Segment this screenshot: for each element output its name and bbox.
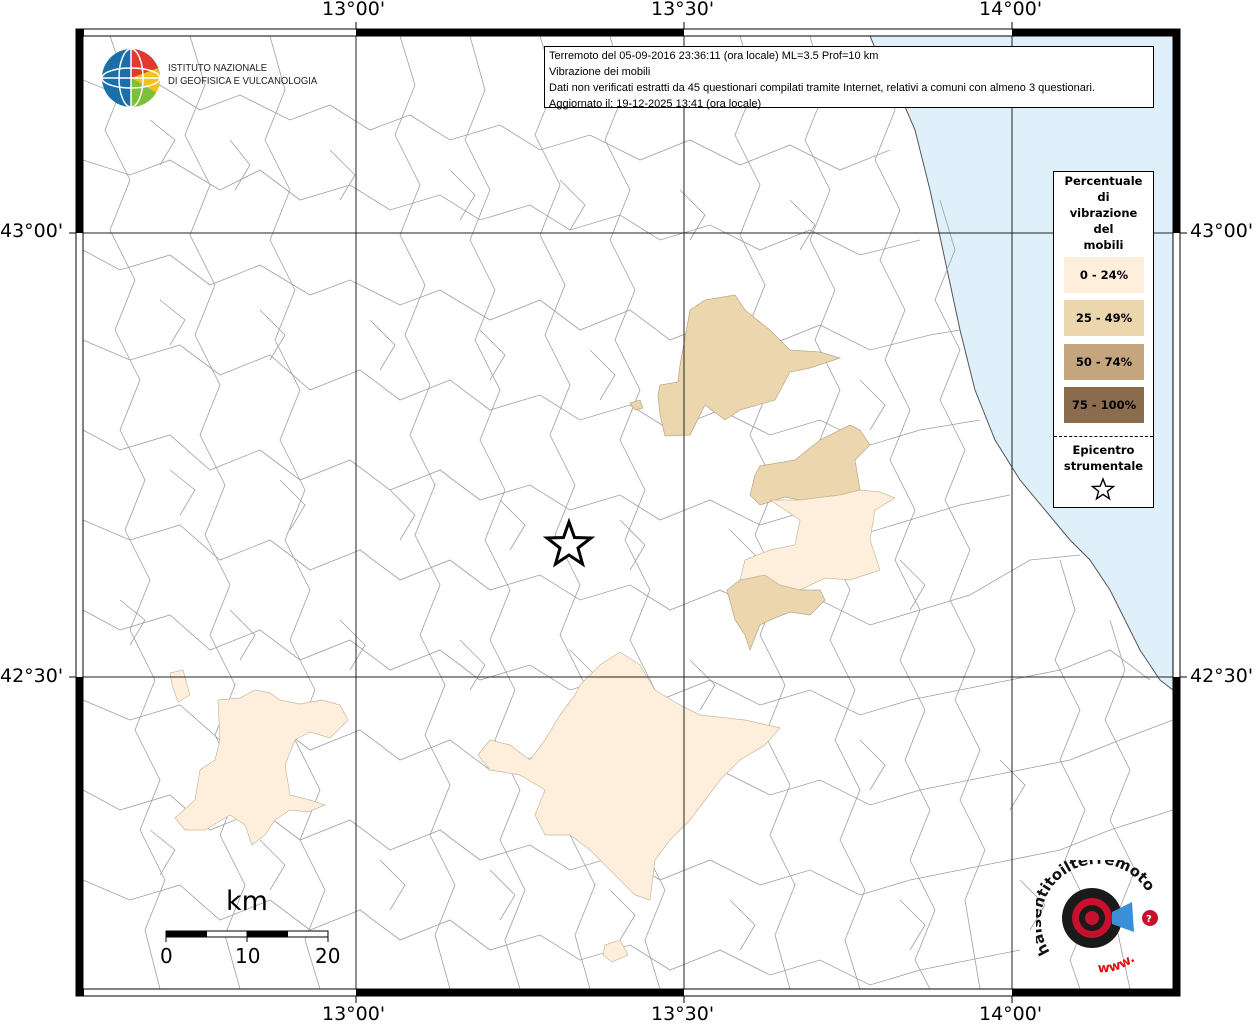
legend-title-line-1: Percentuale (1064, 174, 1143, 188)
legend: Percentuale di vibrazione del mobili 0 -… (1053, 171, 1154, 508)
map-subject: Vibrazione dei mobili (549, 66, 651, 78)
scale-unit-label: km (226, 886, 268, 917)
legend-item-50-74: 50 - 74% (1064, 344, 1144, 380)
left-tick-42-30: 42°30' (0, 665, 64, 687)
scale-tick-10: 10 (235, 944, 261, 968)
scale-tick-20: 20 (315, 944, 341, 968)
scale-tick-0: 0 (160, 944, 173, 968)
legend-item-0-24: 0 - 24% (1064, 257, 1144, 293)
legend-title: Percentuale di vibrazione del mobili (1054, 173, 1153, 253)
legend-epicenter-line-1: Epicentro (1072, 443, 1135, 457)
svg-text:www.: www. (1098, 951, 1138, 976)
bottom-tick-14-00: 14°00' (979, 1003, 1043, 1025)
logo-line-2: DI GEOFISICA E VULCANOLOGIA (168, 75, 318, 87)
top-tick-14-00: 14°00' (979, 0, 1043, 20)
ingv-logo-icon (101, 48, 161, 108)
legend-separator (1054, 436, 1153, 437)
legend-epicenter-label: Epicentro strumentale (1054, 442, 1153, 474)
svg-text:?: ? (1146, 914, 1152, 925)
top-tick-13-30: 13°30' (651, 0, 715, 20)
event-info-box: Terremoto del 05-09-2016 23:36:11 (ora l… (544, 46, 1154, 110)
badge-url: www. (1098, 951, 1138, 976)
right-tick-42-30: 42°30' (1190, 665, 1254, 687)
logo-line-1: ISTITUTO NAZIONALE (168, 62, 268, 74)
legend-star-icon (1091, 477, 1115, 501)
legend-title-line-3: vibrazione (1069, 206, 1138, 220)
legend-title-line-2: di (1097, 190, 1110, 204)
ingv-logo-text: ISTITUTO NAZIONALE DI GEOFISICA E VULCAN… (168, 62, 317, 88)
updated-at: Aggiornato il: 19-12-2025 13:41 (ora loc… (549, 98, 762, 110)
legend-epicenter-line-2: strumentale (1063, 459, 1144, 473)
event-title: Terremoto del 05-09-2016 23:36:11 (ora l… (549, 50, 879, 62)
legend-item-25-49: 25 - 49% (1064, 300, 1144, 336)
top-tick-13-00: 13°00' (322, 0, 386, 20)
legend-title-line-4: del (1093, 222, 1114, 236)
right-tick-43-00: 43°00' (1190, 220, 1254, 242)
bottom-tick-13-30: 13°30' (651, 1003, 715, 1025)
left-tick-43-00: 43°00' (0, 220, 64, 242)
bottom-tick-13-00: 13°00' (322, 1003, 386, 1025)
legend-item-75-100: 75 - 100% (1064, 387, 1144, 423)
haisentito-badge-icon[interactable]: haisentitoilterremoto.it www. ? (1036, 860, 1168, 978)
data-note: Dati non verificati estratti da 45 quest… (549, 82, 1095, 94)
legend-title-line-5: mobili (1083, 238, 1124, 252)
